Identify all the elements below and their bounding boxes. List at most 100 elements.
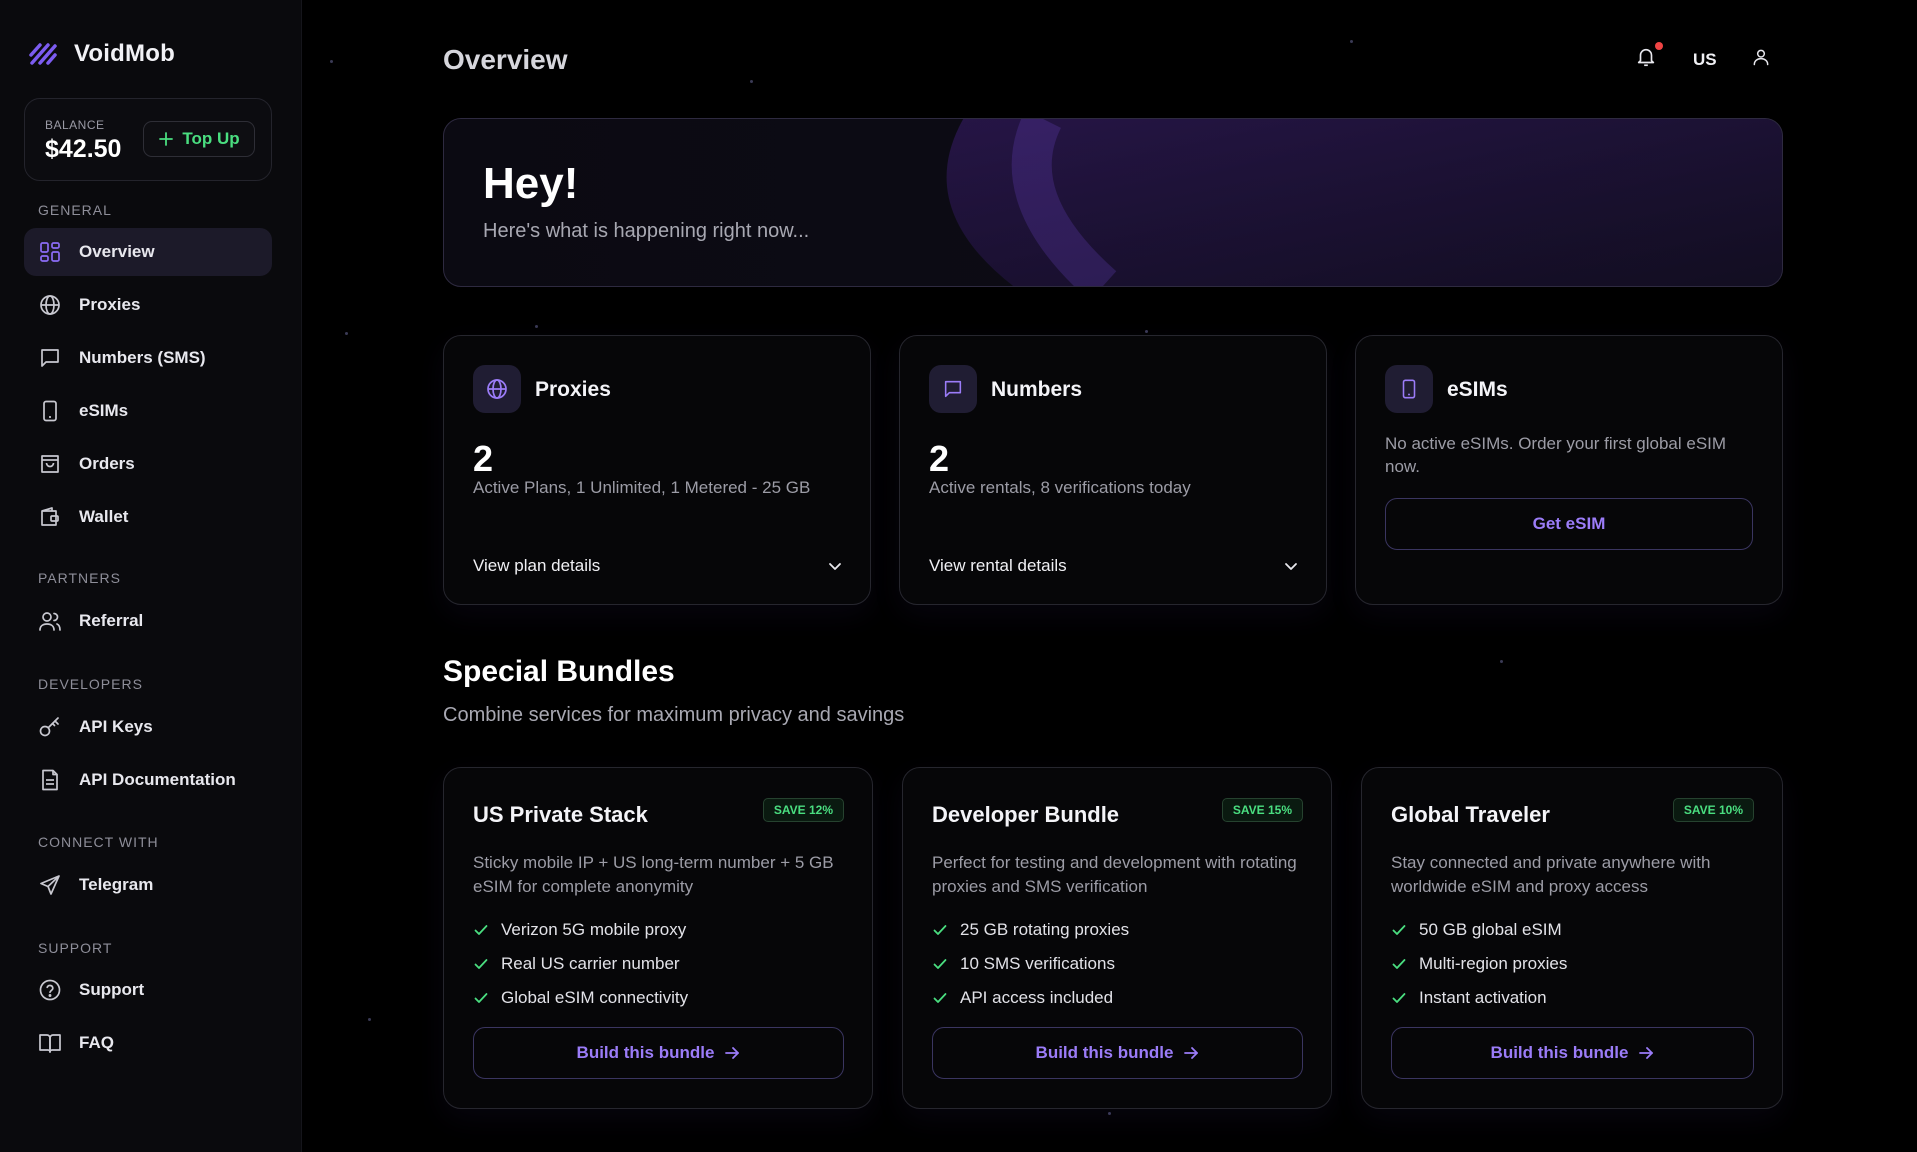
view-rental-details-toggle[interactable]: View rental details	[929, 556, 1299, 576]
bundle-feature-label: 10 SMS verifications	[960, 954, 1115, 973]
users-icon	[38, 609, 62, 633]
bundle-name: US Private Stack	[473, 802, 648, 827]
esims-card: eSIMs No active eSIMs. Order your first …	[1355, 335, 1783, 605]
book-open-icon	[38, 1031, 62, 1055]
sidebar-item-orders[interactable]: Orders	[24, 440, 272, 488]
section-label-developers: DEVELOPERS	[38, 676, 143, 692]
bundle-description: Sticky mobile IP + US long-term number +…	[473, 853, 834, 896]
save-badge: SAVE 10%	[1672, 798, 1754, 822]
shopping-bag-icon	[38, 452, 62, 476]
balance-card: BALANCE $42.50 Top Up	[24, 98, 272, 181]
sidebar-item-label: Telegram	[79, 875, 154, 894]
bundle-feature-label: Instant activation	[1419, 988, 1547, 1007]
background-star	[1108, 1112, 1111, 1115]
chevron-down-icon	[1283, 558, 1299, 574]
card-title: Numbers	[991, 378, 1083, 401]
arrow-right-icon	[1183, 1045, 1199, 1061]
bundle-feature: 50 GB global eSIM	[1391, 920, 1562, 940]
background-star	[750, 80, 753, 83]
sidebar-item-label: Orders	[79, 454, 135, 473]
hero-title: Hey!	[483, 159, 579, 208]
check-icon	[932, 956, 948, 972]
check-icon	[1391, 990, 1407, 1006]
card-description: Active rentals, 8 verifications today	[929, 478, 1191, 497]
get-esim-button[interactable]: Get eSIM	[1385, 498, 1753, 550]
bundle-feature: Multi-region proxies	[1391, 954, 1567, 974]
sidebar-item-label: eSIMs	[79, 401, 129, 420]
sidebar-item-support[interactable]: Support	[24, 966, 272, 1014]
sidebar-item-label: API Keys	[79, 717, 153, 736]
brand[interactable]: VoidMob	[28, 40, 175, 68]
section-label-connect: CONNECT WITH	[38, 834, 159, 850]
bundles-title: Special Bundles	[443, 655, 675, 688]
sidebar-item-proxies[interactable]: Proxies	[24, 281, 272, 329]
bundle-feature-label: API access included	[960, 988, 1114, 1007]
sidebar-item-api-documentation[interactable]: API Documentation	[24, 756, 272, 804]
sidebar-item-api-keys[interactable]: API Keys	[24, 703, 272, 751]
sidebar-item-wallet[interactable]: Wallet	[24, 493, 272, 541]
check-icon	[932, 990, 948, 1006]
build-bundle-label: Build this bundle	[1035, 1043, 1174, 1062]
view-plan-details-toggle[interactable]: View plan details	[473, 556, 843, 576]
sidebar-item-telegram[interactable]: Telegram	[24, 861, 272, 909]
sidebar-item-label: Referral	[79, 611, 144, 630]
check-icon	[473, 990, 489, 1006]
top-up-button[interactable]: Top Up	[143, 121, 255, 157]
sidebar: VoidMob BALANCE $42.50 Top Up GENERAL Ov…	[0, 0, 302, 1152]
arrow-right-icon	[724, 1045, 740, 1061]
check-icon	[932, 922, 948, 938]
sidebar-item-numbers[interactable]: Numbers (SMS)	[24, 334, 272, 382]
bundle-card-developer-bundle: Developer Bundle SAVE 15% Perfect for te…	[902, 767, 1332, 1109]
logo-icon	[28, 41, 58, 67]
sidebar-item-referral[interactable]: Referral	[24, 597, 272, 645]
bell-icon[interactable]	[1635, 46, 1657, 68]
sidebar-item-label: Support	[79, 980, 145, 999]
card-description: Active Plans, 1 Unlimited, 1 Metered - 2…	[473, 478, 811, 497]
bundle-feature: Instant activation	[1391, 988, 1547, 1008]
globe-icon	[473, 365, 521, 413]
bundle-feature-label: 25 GB rotating proxies	[960, 920, 1130, 939]
balance-label: BALANCE	[45, 118, 105, 132]
chevron-down-icon	[827, 558, 843, 574]
hero-gradient-decoration	[946, 119, 1782, 286]
bundle-card-us-private-stack: US Private Stack SAVE 12% Sticky mobile …	[443, 767, 873, 1109]
bundle-feature: Real US carrier number	[473, 954, 680, 974]
hero-subtitle: Here's what is happening right now...	[483, 220, 810, 242]
build-bundle-button[interactable]: Build this bundle	[473, 1027, 844, 1079]
sidebar-item-label: Overview	[79, 242, 155, 261]
build-bundle-label: Build this bundle	[576, 1043, 715, 1062]
background-star	[1350, 40, 1353, 43]
check-icon	[1391, 922, 1407, 938]
bundle-feature-label: Real US carrier number	[501, 954, 680, 973]
top-up-label: Top Up	[182, 129, 240, 148]
build-bundle-button[interactable]: Build this bundle	[1391, 1027, 1754, 1079]
card-link-label: View rental details	[929, 556, 1067, 575]
sidebar-item-overview[interactable]: Overview	[24, 228, 272, 276]
section-label-general: GENERAL	[38, 202, 112, 218]
message-square-icon	[38, 346, 62, 370]
language-selector[interactable]: US	[1693, 50, 1717, 70]
phone-icon	[38, 399, 62, 423]
notification-badge	[1655, 42, 1663, 50]
card-description: No active eSIMs. Order your first global…	[1385, 434, 1727, 476]
background-star	[535, 325, 538, 328]
bundle-feature: Global eSIM connectivity	[473, 988, 688, 1008]
build-bundle-label: Build this bundle	[1490, 1043, 1629, 1062]
bundle-name: Developer Bundle	[932, 802, 1120, 827]
grid-icon	[38, 240, 62, 264]
arrow-right-icon	[1638, 1045, 1654, 1061]
file-text-icon	[38, 768, 62, 792]
card-count: 2	[929, 438, 950, 479]
bundle-feature-label: Global eSIM connectivity	[501, 988, 689, 1007]
build-bundle-button[interactable]: Build this bundle	[932, 1027, 1303, 1079]
user-icon[interactable]	[1751, 47, 1771, 67]
wallet-icon	[38, 505, 62, 529]
background-star	[1145, 330, 1148, 333]
check-icon	[473, 922, 489, 938]
sidebar-item-esims[interactable]: eSIMs	[24, 387, 272, 435]
background-star	[330, 60, 333, 63]
sidebar-item-faq[interactable]: FAQ	[24, 1019, 272, 1067]
bundle-description: Perfect for testing and development with…	[932, 853, 1297, 896]
numbers-card: Numbers 2 Active rentals, 8 verification…	[899, 335, 1327, 605]
bundle-feature: 25 GB rotating proxies	[932, 920, 1129, 940]
